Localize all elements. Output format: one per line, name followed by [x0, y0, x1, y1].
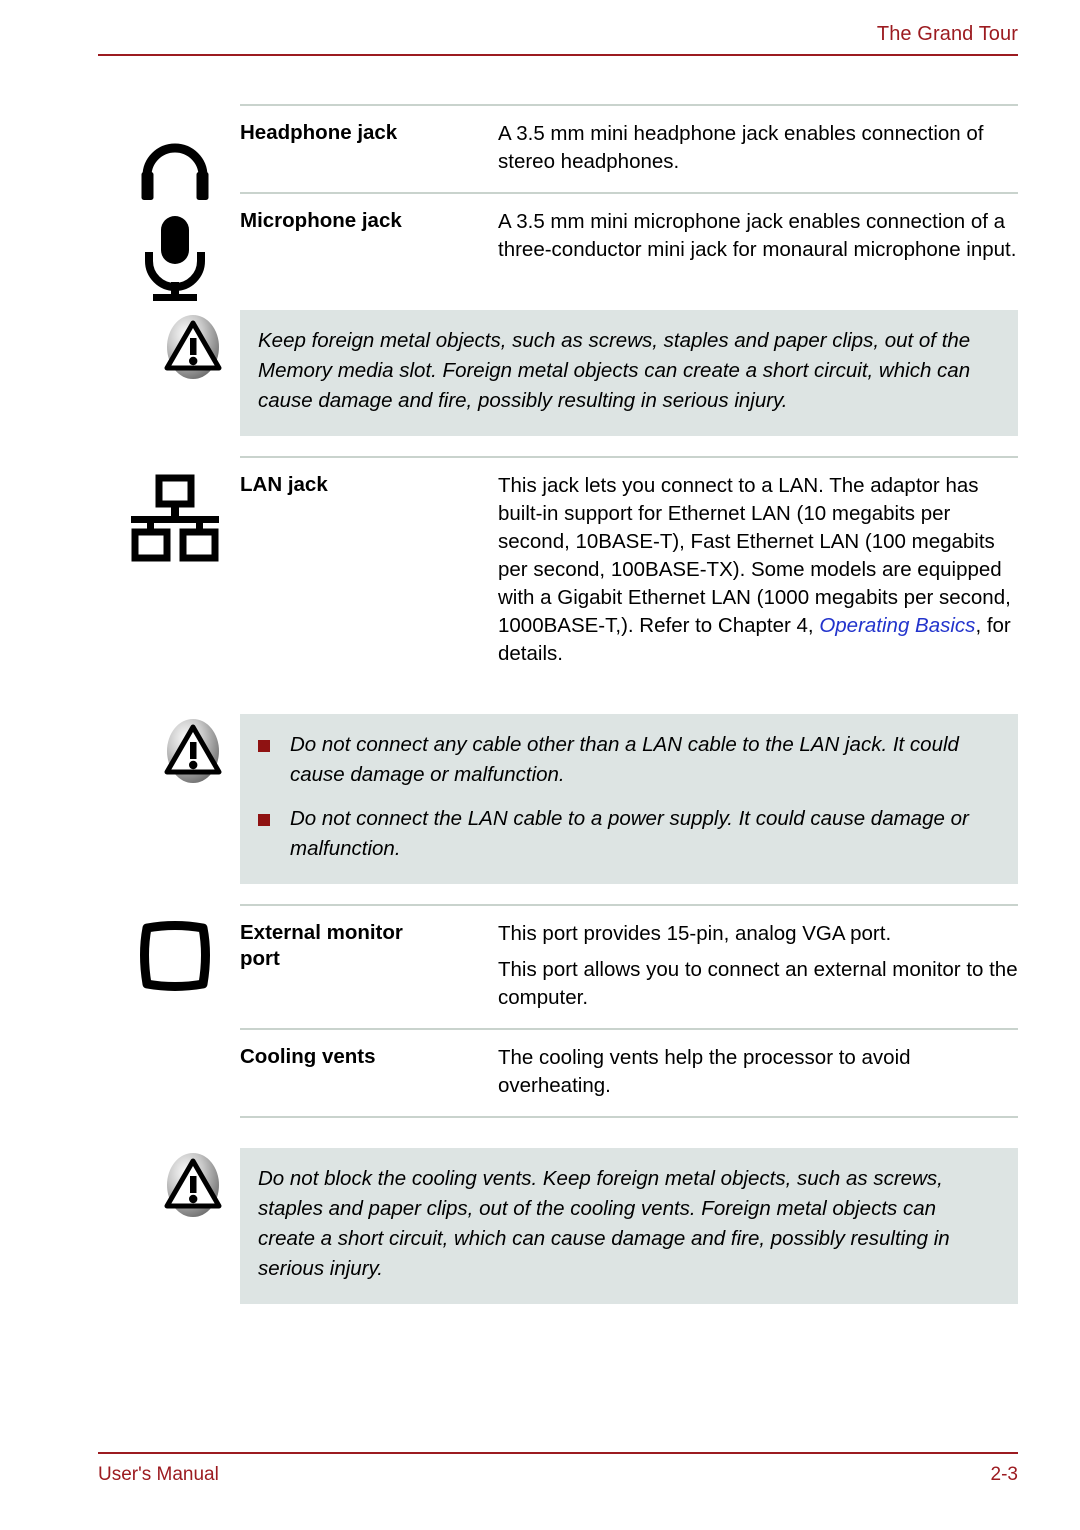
table-row: LAN jack This jack lets you connect to a…	[131, 456, 1018, 684]
spec-label: Microphone jack	[240, 209, 402, 232]
page-footer: User's Manual 2-3	[98, 1452, 1018, 1484]
warning-triangle-icon	[162, 1152, 224, 1218]
page-header: The Grand Tour	[98, 24, 1018, 56]
spec-description: This port provides 15-pin, analog VGA po…	[498, 920, 1018, 1012]
table-row: Microphone jack A 3.5 mm mini microphone…	[145, 192, 1018, 301]
spec-label: Cooling vents	[240, 1045, 376, 1068]
caution-bullet-list: Do not connect any cable other than a LA…	[258, 730, 996, 864]
caution-text: Do not block the cooling vents. Keep for…	[258, 1167, 950, 1280]
spec-label-line1: External monitor	[240, 921, 403, 944]
spec-paragraph: This port allows you to connect an exter…	[498, 958, 1018, 1009]
microphone-icon	[127, 208, 223, 304]
spec-description: The cooling vents help the processor to …	[498, 1044, 1018, 1100]
header-rule	[98, 54, 1018, 56]
spec-paragraph: The cooling vents help the processor to …	[498, 1046, 911, 1097]
cross-reference-link[interactable]: Operating Basics	[819, 614, 975, 637]
spec-label: External monitor port	[240, 920, 498, 972]
footer-rule	[98, 1452, 1018, 1454]
footer-manual-label: User's Manual	[98, 1464, 219, 1485]
caution-text: Keep foreign metal objects, such as scre…	[258, 329, 971, 412]
spec-description: This jack lets you connect to a LAN. The…	[498, 472, 1018, 668]
spec-paragraph: This jack lets you connect to a LAN. The…	[498, 472, 1018, 668]
spec-label: Headphone jack	[240, 121, 398, 144]
list-item: Do not connect the LAN cable to a power …	[258, 804, 996, 864]
caution-bullet-text: Do not connect the LAN cable to a power …	[290, 807, 969, 860]
warning-triangle-icon	[162, 718, 224, 784]
spec-description: A 3.5 mm mini microphone jack enables co…	[498, 208, 1018, 264]
caution-box: Do not block the cooling vents. Keep for…	[164, 1148, 1018, 1304]
caution-box: Do not connect any cable other than a LA…	[164, 714, 1018, 884]
monitor-icon	[127, 920, 223, 1016]
spec-label-line2: port	[240, 947, 280, 970]
spec-label: LAN jack	[240, 473, 328, 496]
footer-page-number: 2-3	[990, 1464, 1018, 1485]
square-bullet-icon	[258, 740, 270, 752]
header-title: The Grand Tour	[876, 23, 1018, 45]
spec-paragraph: A 3.5 mm mini microphone jack enables co…	[498, 210, 1017, 261]
manual-page: The Grand Tour Headphone jack A 3.5 mm m…	[0, 0, 1080, 1530]
page-content: Headphone jack A 3.5 mm mini headphone j…	[0, 104, 1080, 1324]
caution-bullet-text: Do not connect any cable other than a LA…	[290, 733, 959, 786]
table-row: Cooling vents The cooling vents help the…	[240, 1028, 1018, 1118]
table-row: Headphone jack A 3.5 mm mini headphone j…	[141, 104, 1018, 200]
list-item: Do not connect any cable other than a LA…	[258, 730, 996, 790]
square-bullet-icon	[258, 814, 270, 826]
table-row: External monitor port This port provides…	[140, 904, 1018, 1028]
spec-paragraph-text: This jack lets you connect to a LAN. The…	[498, 474, 1011, 637]
lan-network-icon	[127, 472, 223, 568]
caution-box: Keep foreign metal objects, such as scre…	[164, 310, 1018, 436]
spec-paragraph: A 3.5 mm mini headphone jack enables con…	[498, 122, 984, 173]
warning-triangle-icon	[162, 314, 224, 380]
spec-paragraph: This port provides 15-pin, analog VGA po…	[498, 922, 892, 945]
headphone-icon	[127, 120, 223, 216]
spec-description: A 3.5 mm mini headphone jack enables con…	[498, 120, 1018, 176]
